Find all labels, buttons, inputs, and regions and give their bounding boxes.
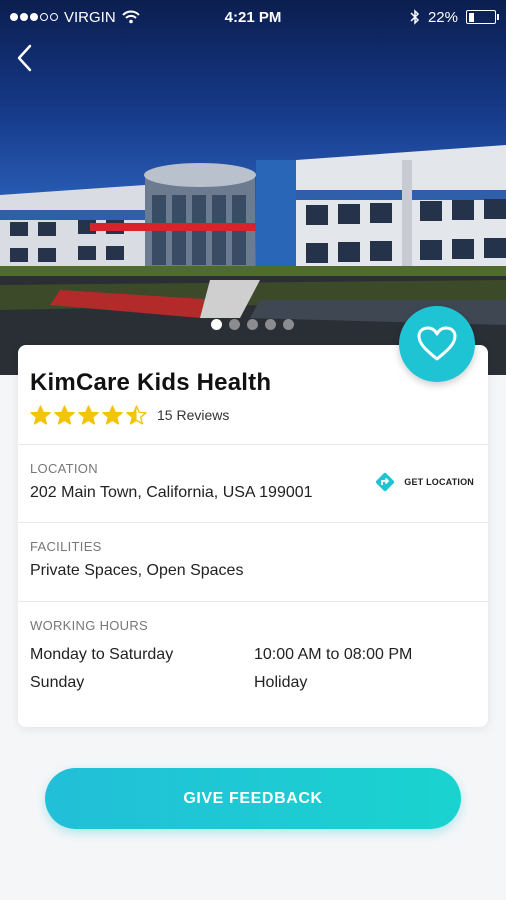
hours-time: Holiday — [254, 674, 308, 691]
pager-dot[interactable] — [265, 319, 276, 330]
heart-icon — [417, 326, 457, 361]
facilities-label: FACILITIES — [30, 539, 102, 554]
wifi-icon — [121, 10, 140, 24]
pager-dot[interactable] — [247, 319, 258, 330]
bluetooth-icon — [410, 9, 420, 25]
hours-time: 10:00 AM to 08:00 PM — [254, 646, 413, 663]
star-full-icon — [54, 405, 75, 425]
directions-icon — [376, 472, 395, 492]
carrier-name: VIRGIN — [64, 8, 116, 26]
working-hours-table: Monday to Saturday Sunday 10:00 AM to 08… — [30, 641, 476, 697]
rating-row[interactable]: 15 Reviews — [30, 405, 476, 425]
facilities-section: FACILITIES Private Spaces, Open Spaces — [18, 523, 488, 602]
star-full-icon — [102, 405, 123, 425]
pager-dot[interactable] — [211, 319, 222, 330]
facilities-value: Private Spaces, Open Spaces — [30, 562, 244, 579]
chevron-left-icon — [17, 44, 32, 72]
location-section: LOCATION 202 Main Town, California, USA … — [18, 445, 488, 523]
working-hours-label: WORKING HOURS — [30, 618, 149, 633]
battery-icon — [466, 10, 499, 24]
working-hours-section: WORKING HOURS Monday to Saturday Sunday … — [18, 602, 488, 697]
star-full-icon — [78, 405, 99, 425]
get-location-button[interactable]: GET LOCATION — [374, 471, 474, 493]
get-location-label: GET LOCATION — [404, 477, 474, 487]
status-bar: VIRGIN 4:21 PM 22% — [0, 0, 506, 34]
star-rating — [30, 405, 147, 425]
reviews-count[interactable]: 15 Reviews — [157, 407, 229, 423]
hours-days: Sunday — [30, 674, 85, 691]
pager-dot[interactable] — [229, 319, 240, 330]
give-feedback-button[interactable]: GIVE FEEDBACK — [45, 768, 461, 829]
image-pager[interactable] — [211, 319, 294, 330]
pager-dot[interactable] — [283, 319, 294, 330]
battery-percent: 22% — [427, 8, 458, 26]
back-button[interactable] — [14, 42, 38, 74]
star-full-icon — [30, 405, 51, 425]
signal-strength-icon — [10, 13, 58, 21]
clinic-name: KimCare Kids Health — [30, 369, 272, 396]
star-half-icon — [126, 405, 147, 425]
favorite-button[interactable] — [399, 306, 475, 382]
clinic-details-card: KimCare Kids Health 15 Reviews LOCATION … — [18, 345, 488, 727]
hours-days: Monday to Saturday — [30, 646, 174, 663]
